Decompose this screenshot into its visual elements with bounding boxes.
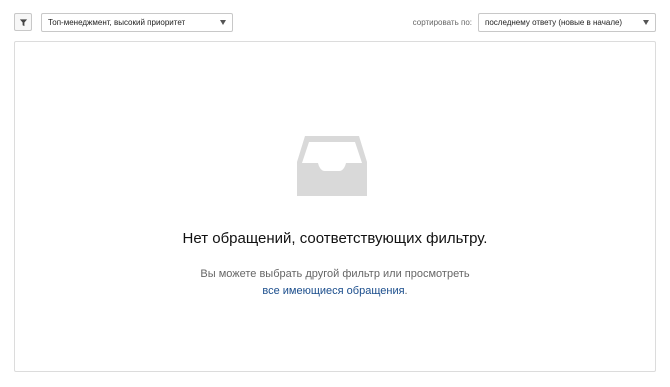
chevron-down-icon bbox=[220, 20, 226, 25]
chevron-down-icon bbox=[643, 20, 649, 25]
filter-button[interactable] bbox=[14, 13, 32, 31]
toolbar: Топ-менеджмент, высокий приоритет сортир… bbox=[0, 0, 670, 42]
sort-select-value: последнему ответу (новые в начале) bbox=[485, 18, 623, 27]
funnel-icon bbox=[19, 18, 27, 26]
empty-state-text: Вы можете выбрать другой фильтр или прос… bbox=[15, 266, 655, 300]
empty-state-hint: Вы можете выбрать другой фильтр или прос… bbox=[200, 268, 470, 280]
tickets-panel: Нет обращений, соответствующих фильтру. … bbox=[14, 41, 656, 372]
filter-select-value: Топ-менеджмент, высокий приоритет bbox=[48, 18, 186, 27]
empty-state-period: . bbox=[404, 285, 408, 297]
filter-select[interactable]: Топ-менеджмент, высокий приоритет bbox=[41, 13, 233, 32]
sort-label: сортировать по: bbox=[412, 18, 472, 27]
inbox-tray-icon bbox=[297, 136, 367, 196]
all-tickets-link[interactable]: все имеющиеся обращения bbox=[262, 285, 404, 297]
empty-state-title: Нет обращений, соответствующих фильтру. bbox=[182, 230, 488, 247]
sort-select[interactable]: последнему ответу (новые в начале) bbox=[478, 13, 656, 32]
